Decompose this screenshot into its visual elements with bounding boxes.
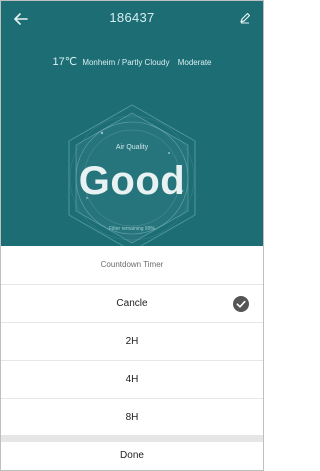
option-label: 2H [125,336,139,347]
done-button[interactable]: Done [1,442,263,470]
countdown-timer-sheet: Countdown Timer Cancle 2H 4H 8H Done [1,246,263,470]
air-quality-label: Air Quality [115,144,149,151]
weather-info: 17℃ Monheim / Partly Cloudy Moderate [1,55,263,68]
header-bar: 186437 [1,1,263,37]
app-frame: 186437 17℃ Monheim / Partly Cloudy Moder… [0,0,264,471]
location-weather: Monheim / Partly Cloudy [82,58,170,67]
timer-option-2h[interactable]: 2H [1,322,263,360]
air-quality-value: Good [78,159,186,203]
option-label: 8H [125,412,139,423]
aqi-level: Moderate [177,58,212,67]
timer-option-4h[interactable]: 4H [1,360,263,398]
filter-remaining: Filter remaining 99% [109,226,155,232]
device-title: 186437 [109,10,155,25]
timer-option-cancel[interactable]: Cancle [1,284,263,322]
pencil-icon [240,12,251,24]
device-screen: 186437 17℃ Monheim / Partly Cloudy Moder… [1,1,263,246]
check-circle-icon [233,296,249,312]
temperature: 17℃ [52,56,78,68]
option-label: Cancle [116,298,148,309]
sheet-divider [1,435,263,442]
edit-button[interactable] [235,8,255,28]
option-label: 4H [125,374,139,385]
timer-option-8h[interactable]: 8H [1,398,263,436]
sheet-title: Countdown Timer [100,260,164,269]
